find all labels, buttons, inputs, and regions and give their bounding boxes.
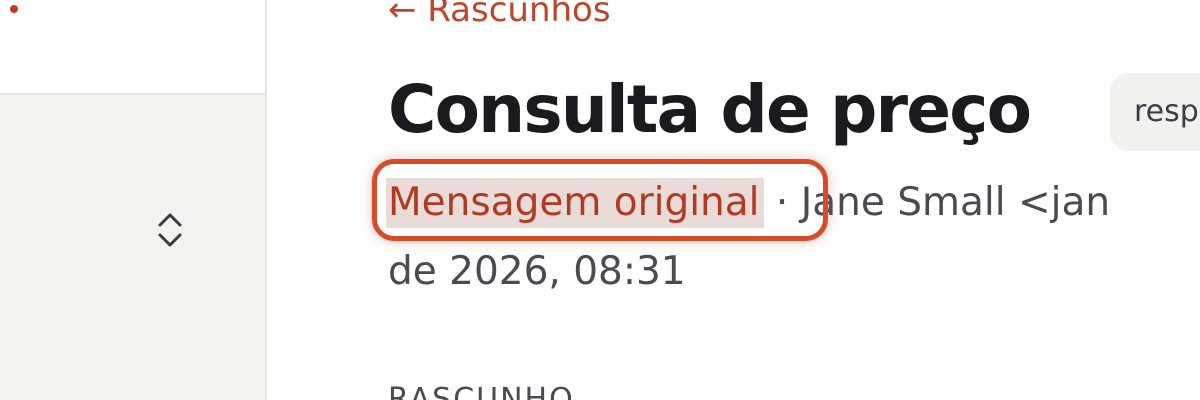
section-heading-draft: RASCUNHO (388, 382, 575, 400)
unread-indicator (10, 5, 18, 13)
chevron-up-down-icon[interactable] (155, 210, 185, 250)
page-title: Consulta de preço (388, 71, 1032, 148)
highlight-ring (372, 159, 828, 241)
sender-address: Jane Small <jan (800, 180, 1111, 225)
sidebar (0, 0, 267, 400)
message-date: de 2026, 08:31 (388, 249, 686, 294)
page: ← Rascunhos Consulta de preço resp Mensa… (0, 0, 1200, 400)
reply-tag[interactable]: resp (1110, 73, 1200, 151)
sidebar-header (0, 0, 265, 95)
back-to-drafts-link[interactable]: ← Rascunhos (388, 0, 611, 32)
